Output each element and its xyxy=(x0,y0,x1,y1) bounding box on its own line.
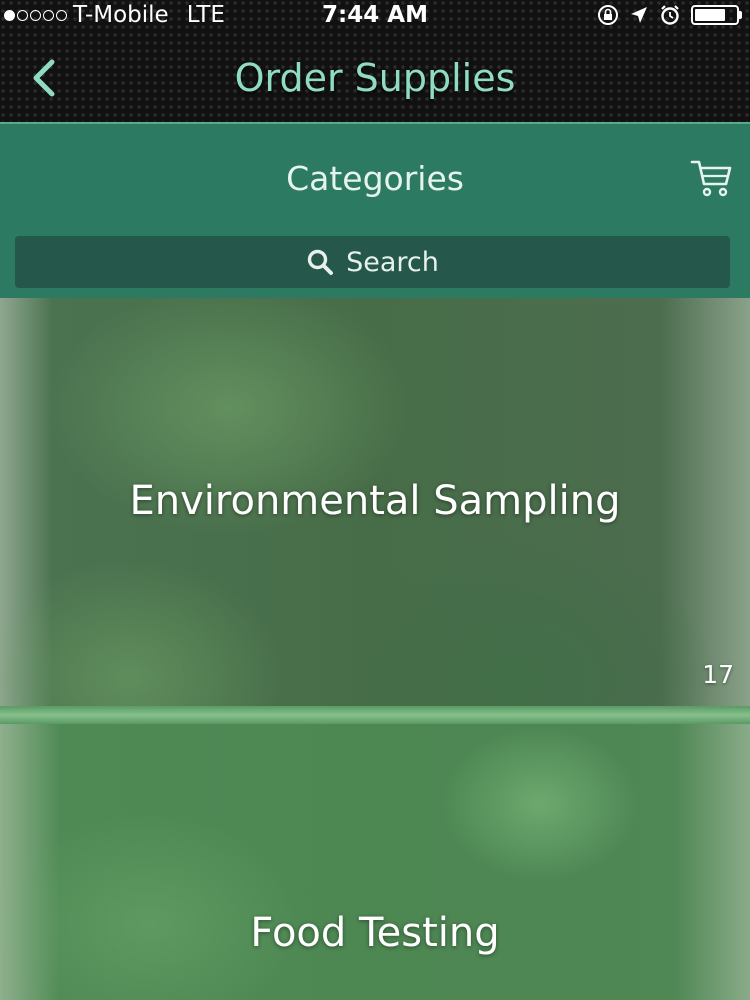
categories-header: Categories Search xyxy=(0,122,750,298)
search-icon xyxy=(307,249,334,275)
cart-button[interactable] xyxy=(690,156,734,200)
signal-dot xyxy=(17,9,28,21)
status-icons xyxy=(597,0,742,30)
location-arrow-icon xyxy=(631,7,647,23)
status-bar: T-Mobile LTE 7:44 AM xyxy=(0,0,750,30)
top-bar: T-Mobile LTE 7:44 AM Order Supplies xyxy=(0,0,750,122)
battery-tip xyxy=(739,11,742,19)
category-label: Environmental Sampling xyxy=(129,478,621,524)
battery-level xyxy=(695,9,725,21)
category-tile-environmental-sampling[interactable]: Environmental Sampling 17 xyxy=(0,298,750,706)
carrier-info: T-Mobile LTE xyxy=(4,0,225,30)
signal-dot xyxy=(30,9,41,21)
battery-body xyxy=(691,5,739,25)
category-divider xyxy=(0,706,750,724)
search-input[interactable]: Search xyxy=(15,236,730,288)
signal-dot xyxy=(56,9,67,21)
network-type: LTE xyxy=(186,2,225,28)
signal-dot xyxy=(43,9,54,21)
category-tile-food-testing[interactable]: Food Testing xyxy=(0,724,750,1000)
signal-dot xyxy=(4,9,15,21)
signal-strength-icon xyxy=(4,9,67,21)
section-title: Categories xyxy=(286,159,464,198)
alarm-icon xyxy=(661,5,679,25)
battery-icon xyxy=(691,5,742,25)
carrier-name: T-Mobile xyxy=(73,2,169,28)
orientation-lock-icon xyxy=(598,5,618,25)
page-title: Order Supplies xyxy=(234,56,516,100)
search-placeholder: Search xyxy=(346,246,439,278)
category-item-count: 17 xyxy=(702,660,734,689)
category-label: Food Testing xyxy=(250,910,500,956)
cart-icon xyxy=(690,160,732,197)
